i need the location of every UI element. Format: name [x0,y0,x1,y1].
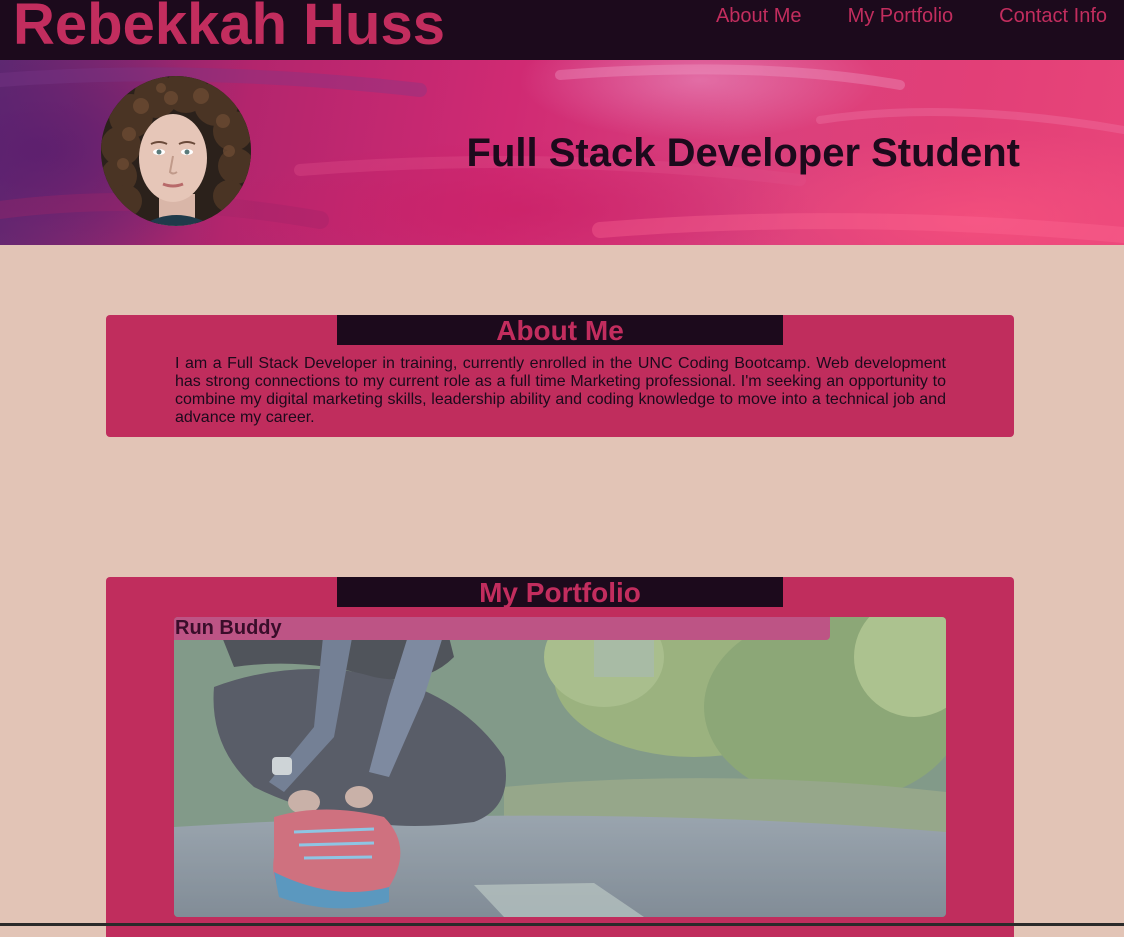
avatar [101,76,251,226]
hero-tagline: Full Stack Developer Student [466,131,1020,175]
portfolio-heading: My Portfolio [337,577,783,608]
about-heading: About Me [337,315,783,346]
main-nav: About Me My Portfolio Contact Info [716,4,1107,28]
about-text: I am a Full Stack Developer in training,… [175,355,946,426]
project-title-run-buddy: Run Buddy [174,617,830,640]
nav-link-contact-info[interactable]: Contact Info [999,4,1107,28]
nav-link-about-me[interactable]: About Me [716,4,802,28]
about-section: About Me I am a Full Stack Developer in … [106,315,1014,437]
site-header: Rebekkah Huss About Me My Portfolio Cont… [0,0,1124,60]
project-card-run-buddy[interactable]: Run Buddy [174,617,946,917]
nav-link-my-portfolio[interactable]: My Portfolio [848,4,954,28]
profile-photo-icon [101,76,251,226]
portfolio-section: My Portfolio Run Buddy [106,577,1014,937]
site-title: Rebekkah Huss [13,0,445,57]
hero-banner: Full Stack Developer Student [0,60,1124,245]
runner-tying-shoe-photo-icon [174,617,946,917]
